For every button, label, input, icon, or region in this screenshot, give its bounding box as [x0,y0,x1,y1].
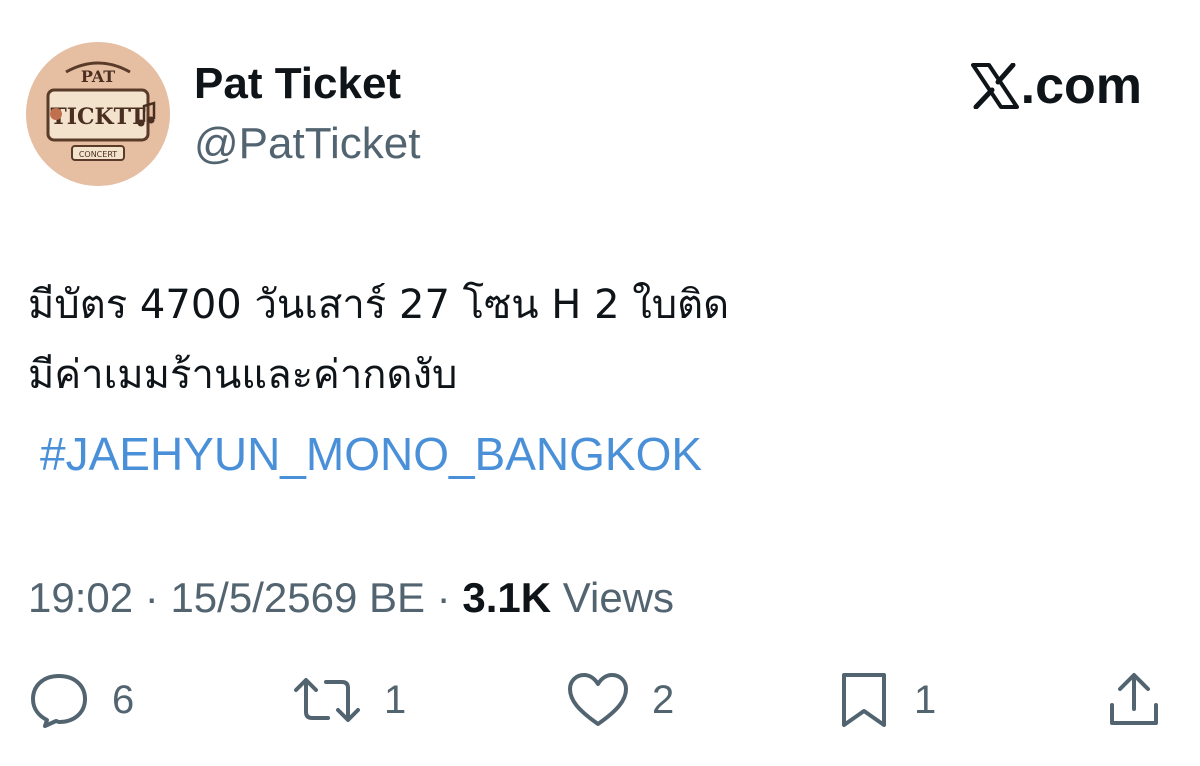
retweet-count: 1 [384,678,407,722]
display-name[interactable]: Pat Ticket [194,58,401,110]
brand-domain: .com [1020,57,1142,115]
tweet-meta: 19:02 · 15/5/2569 BE · 3.1K Views [28,570,674,626]
avatar-text-top: PAT [81,67,115,86]
reply-count: 6 [112,678,135,722]
share-button[interactable] [1106,670,1162,730]
tweet-time[interactable]: 19:02 [28,574,133,621]
tweet-line: มีค่าเมมร้านและค่ากดงับ [28,352,458,398]
views-label: Views [562,574,675,621]
x-com-brand: .com [970,56,1142,116]
bookmark-icon [842,673,886,727]
tweet-date[interactable]: 15/5/2569 BE [170,574,425,621]
retweet-button[interactable]: 1 [292,670,406,730]
user-handle[interactable]: @PatTicket [194,118,420,170]
meta-separator: · [436,574,451,621]
tweet-text: มีบัตร 4700 วันเสาร์ 27 โซน H 2 ใบติด มี… [28,270,729,410]
bookmark-button[interactable]: 1 [836,670,936,730]
heart-icon [568,673,628,726]
views-count: 3.1K [462,574,552,621]
like-button[interactable]: 2 [566,670,674,730]
retweet-icon [294,678,360,722]
x-logo-icon [970,63,1019,109]
reply-button[interactable]: 6 [28,670,134,730]
like-count: 2 [652,678,675,722]
ticket-logo-icon: PAT TICKTT CONCERT [26,42,170,186]
tweet-line: มีบัตร 4700 วันเสาร์ 27 โซน H 2 ใบติด [28,282,730,328]
hashtag-link[interactable]: #JAEHYUN_MONO_BANGKOK [40,424,702,484]
reply-icon [31,674,87,728]
bookmark-count: 1 [914,678,937,722]
meta-separator: · [144,574,159,621]
avatar-text-bottom: CONCERT [79,150,117,159]
avatar-text-main: TICKTT [50,104,146,130]
share-icon [1110,673,1158,725]
avatar[interactable]: PAT TICKTT CONCERT [26,42,170,186]
